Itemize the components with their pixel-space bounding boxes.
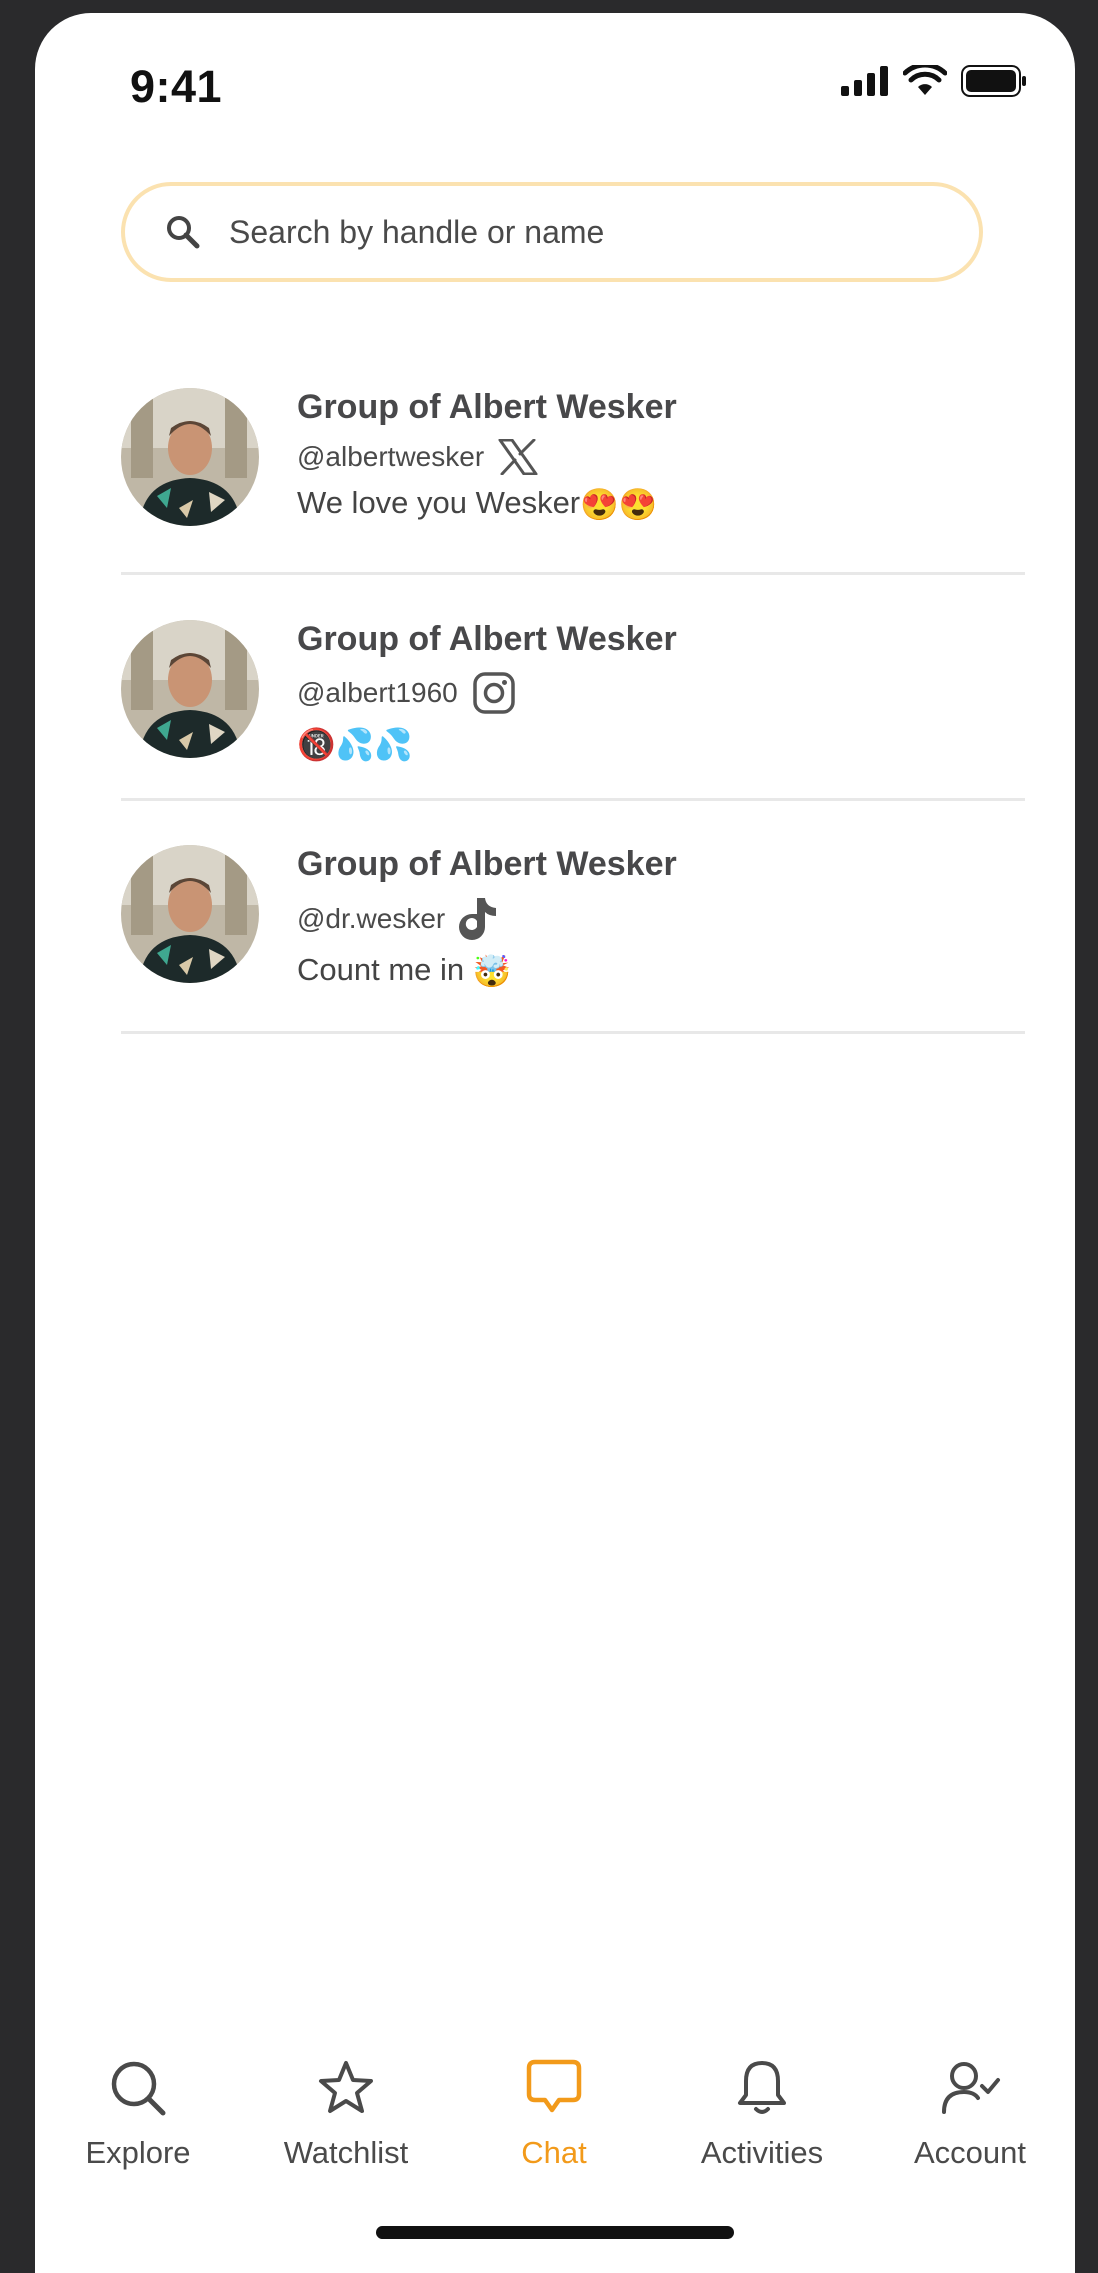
chat-last-message: 🔞💦💦 — [297, 725, 677, 763]
heart-eyes-emoji: 😍 — [580, 487, 619, 523]
tab-account[interactable]: Account — [870, 2053, 1070, 2171]
chat-last-message: Count me in 🤯 — [297, 952, 677, 990]
search-field[interactable] — [121, 182, 983, 282]
home-indicator — [376, 2226, 734, 2239]
tab-label: Account — [913, 2135, 1026, 2170]
wifi-icon — [903, 65, 947, 95]
status-icons — [841, 65, 1027, 97]
chat-message-text: We love you Wesker — [297, 485, 581, 520]
phone-screen: 9:41 Search by handle or name Group of A… — [35, 13, 1075, 2273]
avatar — [121, 845, 259, 983]
tab-bar: Explore Watchlist Chat Activities Accoun… — [35, 2033, 1075, 2203]
chat-handle: @albertwesker — [297, 441, 485, 472]
tab-activities[interactable]: Activities — [662, 2053, 862, 2171]
chat-handle: @albert1960 — [297, 677, 458, 708]
tab-label: Activities — [700, 2135, 824, 2170]
chat-list: Group of Albert Wesker @albertwesker We … — [121, 353, 1025, 1034]
signal-icon — [841, 66, 888, 96]
search-icon — [165, 212, 205, 252]
chat-handle: @dr.wesker — [297, 903, 446, 934]
x-icon — [498, 439, 538, 475]
search-input[interactable] — [227, 212, 979, 252]
search-icon — [38, 2053, 238, 2123]
no-one-under-eighteen-emoji: 🔞 — [297, 727, 336, 763]
tab-label: Chat — [521, 2135, 587, 2170]
tab-watchlist[interactable]: Watchlist — [246, 2053, 446, 2171]
tab-label: Watchlist — [283, 2135, 409, 2170]
chat-title: Group of Albert Wesker — [297, 620, 677, 658]
tab-chat[interactable]: Chat — [454, 2053, 654, 2171]
chat-bubble-icon — [454, 2053, 654, 2123]
avatar — [121, 620, 259, 758]
chat-title: Group of Albert Wesker — [297, 388, 677, 426]
bell-icon — [662, 2053, 862, 2123]
tab-explore[interactable]: Explore — [38, 2053, 238, 2171]
chat-message-text: Count me in — [297, 952, 473, 987]
status-bar: 9:41 — [35, 13, 1075, 143]
star-icon — [246, 2053, 446, 2123]
heart-eyes-emoji: 😍 — [618, 487, 658, 523]
tiktok-icon — [459, 896, 499, 942]
battery-icon — [961, 65, 1026, 97]
chat-title: Group of Albert Wesker — [297, 845, 677, 883]
chat-list-item[interactable]: Group of Albert Wesker @dr.wesker Count … — [121, 801, 1025, 1034]
chat-list-item[interactable]: Group of Albert Wesker @albert1960 🔞💦💦 — [121, 575, 1025, 801]
exploding-head-emoji: 🤯 — [472, 954, 512, 990]
sweat-droplets-emoji: 💦 — [335, 727, 375, 763]
instagram-icon — [472, 671, 516, 715]
avatar — [121, 388, 259, 526]
status-time: 9:41 — [130, 61, 223, 112]
tab-label: Explore — [85, 2135, 191, 2170]
sweat-droplets-emoji: 💦 — [374, 727, 413, 763]
user-check-icon — [870, 2053, 1070, 2123]
chat-last-message: We love you Wesker😍😍 — [297, 485, 677, 523]
chat-list-item[interactable]: Group of Albert Wesker @albertwesker We … — [121, 353, 1025, 575]
